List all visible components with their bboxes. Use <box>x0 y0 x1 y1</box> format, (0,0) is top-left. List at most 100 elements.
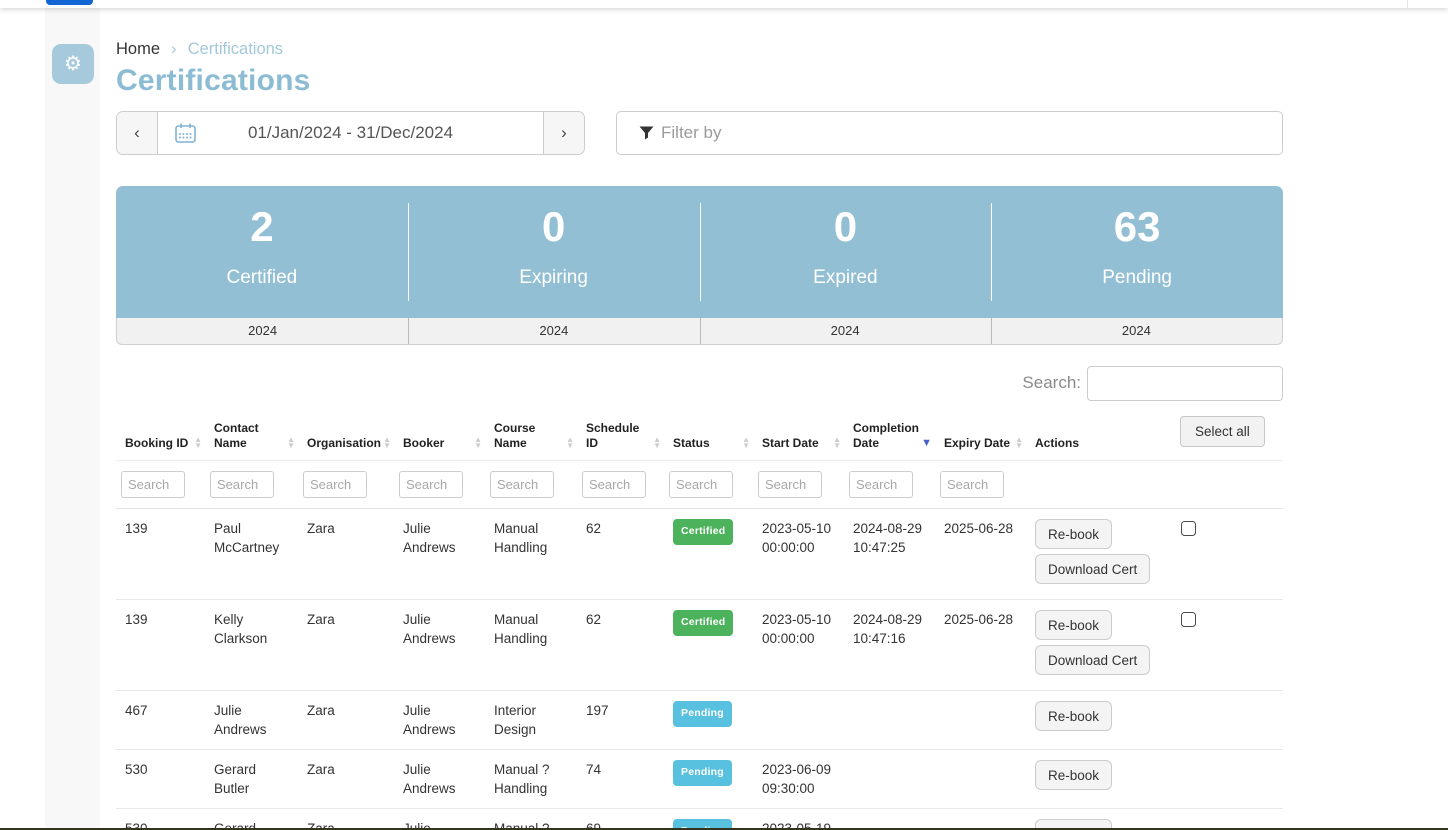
column-header-label: Booking ID <box>125 436 188 451</box>
column-header-start-date[interactable]: Start Date▲▼ <box>753 410 844 460</box>
column-header-organisation[interactable]: Organisation▲▼ <box>298 410 394 460</box>
column-header-label: Actions <box>1035 436 1079 451</box>
download-cert-button[interactable]: Download Cert <box>1035 645 1150 675</box>
cell-start-date: 2023-05-19 09:00:00 <box>753 809 844 830</box>
cell-course-name: Manual ? Handling <box>485 809 577 830</box>
sort-icons: ▲▼ <box>566 437 574 449</box>
cell-course-name: Manual Handling <box>485 600 577 690</box>
settings-button[interactable]: ⚙ <box>52 44 94 84</box>
column-header-course-name[interactable]: Course Name▲▼ <box>485 410 577 460</box>
stat-label: Expired <box>700 267 992 289</box>
re-book-button[interactable]: Re-book <box>1035 701 1112 731</box>
re-book-button[interactable]: Re-book <box>1035 760 1112 790</box>
filter-cell <box>753 461 844 508</box>
cell-select <box>1172 750 1283 808</box>
status-badge: Certified <box>673 610 733 636</box>
cell-expiry-date <box>935 691 1026 749</box>
stat-value: 0 <box>700 201 992 253</box>
cell-select <box>1172 691 1283 749</box>
breadcrumb: Home › Certifications <box>116 39 1283 59</box>
column-header-completion-date[interactable]: Completion Date▼ <box>844 410 935 460</box>
column-search-input-booking-id[interactable] <box>121 471 185 498</box>
column-header-booking-id[interactable]: Booking ID▲▼ <box>116 410 205 460</box>
cell-completion-date <box>844 750 935 808</box>
sort-desc-active-icon: ▼ <box>921 437 932 449</box>
column-header-expiry-date[interactable]: Expiry Date▲▼ <box>935 410 1026 460</box>
column-search-input-status[interactable] <box>669 471 733 498</box>
row-checkbox[interactable] <box>1181 521 1196 536</box>
column-search-input-organisation[interactable] <box>303 471 367 498</box>
filter-cell <box>935 461 1026 508</box>
date-next-button[interactable]: › <box>543 112 584 154</box>
status-badge: Pending <box>673 701 732 727</box>
cell-organisation: Zara <box>298 600 394 690</box>
stat-label: Certified <box>116 267 408 289</box>
download-cert-button[interactable]: Download Cert <box>1035 554 1150 584</box>
table-row: 467Julie AndrewsZaraJulie AndrewsInterio… <box>116 691 1283 750</box>
select-all-button[interactable]: Select all <box>1180 416 1265 447</box>
cell-completion-date: 2024-08-29 10:47:25 <box>844 509 935 599</box>
re-book-button[interactable]: Re-book <box>1035 610 1112 640</box>
table-row: 139Kelly ClarksonZaraJulie AndrewsManual… <box>116 600 1283 691</box>
filter-cell <box>485 461 577 508</box>
sort-down-icon: ▼ <box>566 443 574 449</box>
global-search-input[interactable] <box>1087 366 1283 401</box>
cell-actions: Re-book <box>1026 809 1172 830</box>
sort-icons: ▲▼ <box>833 437 841 449</box>
date-range-picker: ‹ 01/Jan/2024 - 31/Dec/2024 › <box>116 111 585 155</box>
stat-section: 2Certified <box>116 186 408 318</box>
cell-start-date: 2023-05-10 00:00:00 <box>753 600 844 690</box>
cell-status: Pending <box>664 750 753 808</box>
column-search-input-completion-date[interactable] <box>849 471 913 498</box>
date-range-display[interactable]: 01/Jan/2024 - 31/Dec/2024 <box>158 112 543 154</box>
cell-expiry-date <box>935 750 1026 808</box>
cell-start-date <box>753 691 844 749</box>
column-header-schedule-id[interactable]: Schedule ID▲▼ <box>577 410 664 460</box>
cell-contact-name: Paul McCartney <box>205 509 298 599</box>
column-search-input-course-name[interactable] <box>490 471 554 498</box>
cell-start-date: 2023-05-10 00:00:00 <box>753 509 844 599</box>
cell-select <box>1172 809 1283 830</box>
sort-icons: ▲▼ <box>653 437 661 449</box>
stat-year: 2024 <box>991 318 1282 344</box>
column-search-input-schedule-id[interactable] <box>582 471 646 498</box>
cell-start-date: 2023-06-09 09:30:00 <box>753 750 844 808</box>
cell-organisation: Zara <box>298 509 394 599</box>
column-search-input-contact-name[interactable] <box>210 471 274 498</box>
table-filter-row <box>116 461 1283 509</box>
sort-icons: ▲▼ <box>383 437 391 449</box>
filter-cell <box>577 461 664 508</box>
column-header-booker[interactable]: Booker▲▼ <box>394 410 485 460</box>
column-header-label: Schedule ID <box>586 421 650 451</box>
toolbar: ‹ 01/Jan/2024 - 31/Dec/2024 › <box>116 111 1283 155</box>
column-header-select: Select all <box>1172 410 1283 460</box>
global-search-row: Search: <box>116 365 1283 401</box>
column-search-input-booker[interactable] <box>399 471 463 498</box>
filter-cell <box>394 461 485 508</box>
sort-down-icon: ▼ <box>287 443 295 449</box>
cell-contact-name: Kelly Clarkson <box>205 600 298 690</box>
sort-down-icon: ▼ <box>653 443 661 449</box>
cell-course-name: Interior Design <box>485 691 577 749</box>
date-prev-button[interactable]: ‹ <box>117 112 158 154</box>
filter-by-input[interactable] <box>616 111 1283 155</box>
breadcrumb-home-link[interactable]: Home <box>116 40 160 59</box>
table-row: 530Gerard ButlerZaraJulie AndrewsManual … <box>116 750 1283 809</box>
cell-booking-id: 139 <box>116 600 205 690</box>
stat-year: 2024 <box>700 318 991 344</box>
column-search-input-expiry-date[interactable] <box>940 471 1004 498</box>
sort-icons: ▲▼ <box>1015 437 1023 449</box>
column-header-status[interactable]: Status▲▼ <box>664 410 753 460</box>
cell-completion-date: 2024-08-29 10:47:16 <box>844 600 935 690</box>
re-book-button[interactable]: Re-book <box>1035 519 1112 549</box>
stat-value: 0 <box>408 201 700 253</box>
filter-cell <box>116 461 205 508</box>
sort-down-icon: ▼ <box>1015 443 1023 449</box>
row-checkbox[interactable] <box>1181 612 1196 627</box>
column-header-contact-name[interactable]: Contact Name▲▼ <box>205 410 298 460</box>
column-search-input-start-date[interactable] <box>758 471 822 498</box>
page-title: Certifications <box>116 64 1283 98</box>
cell-actions: Re-book <box>1026 750 1172 808</box>
filter-cell <box>664 461 753 508</box>
cell-booker: Julie Andrews <box>394 600 485 690</box>
